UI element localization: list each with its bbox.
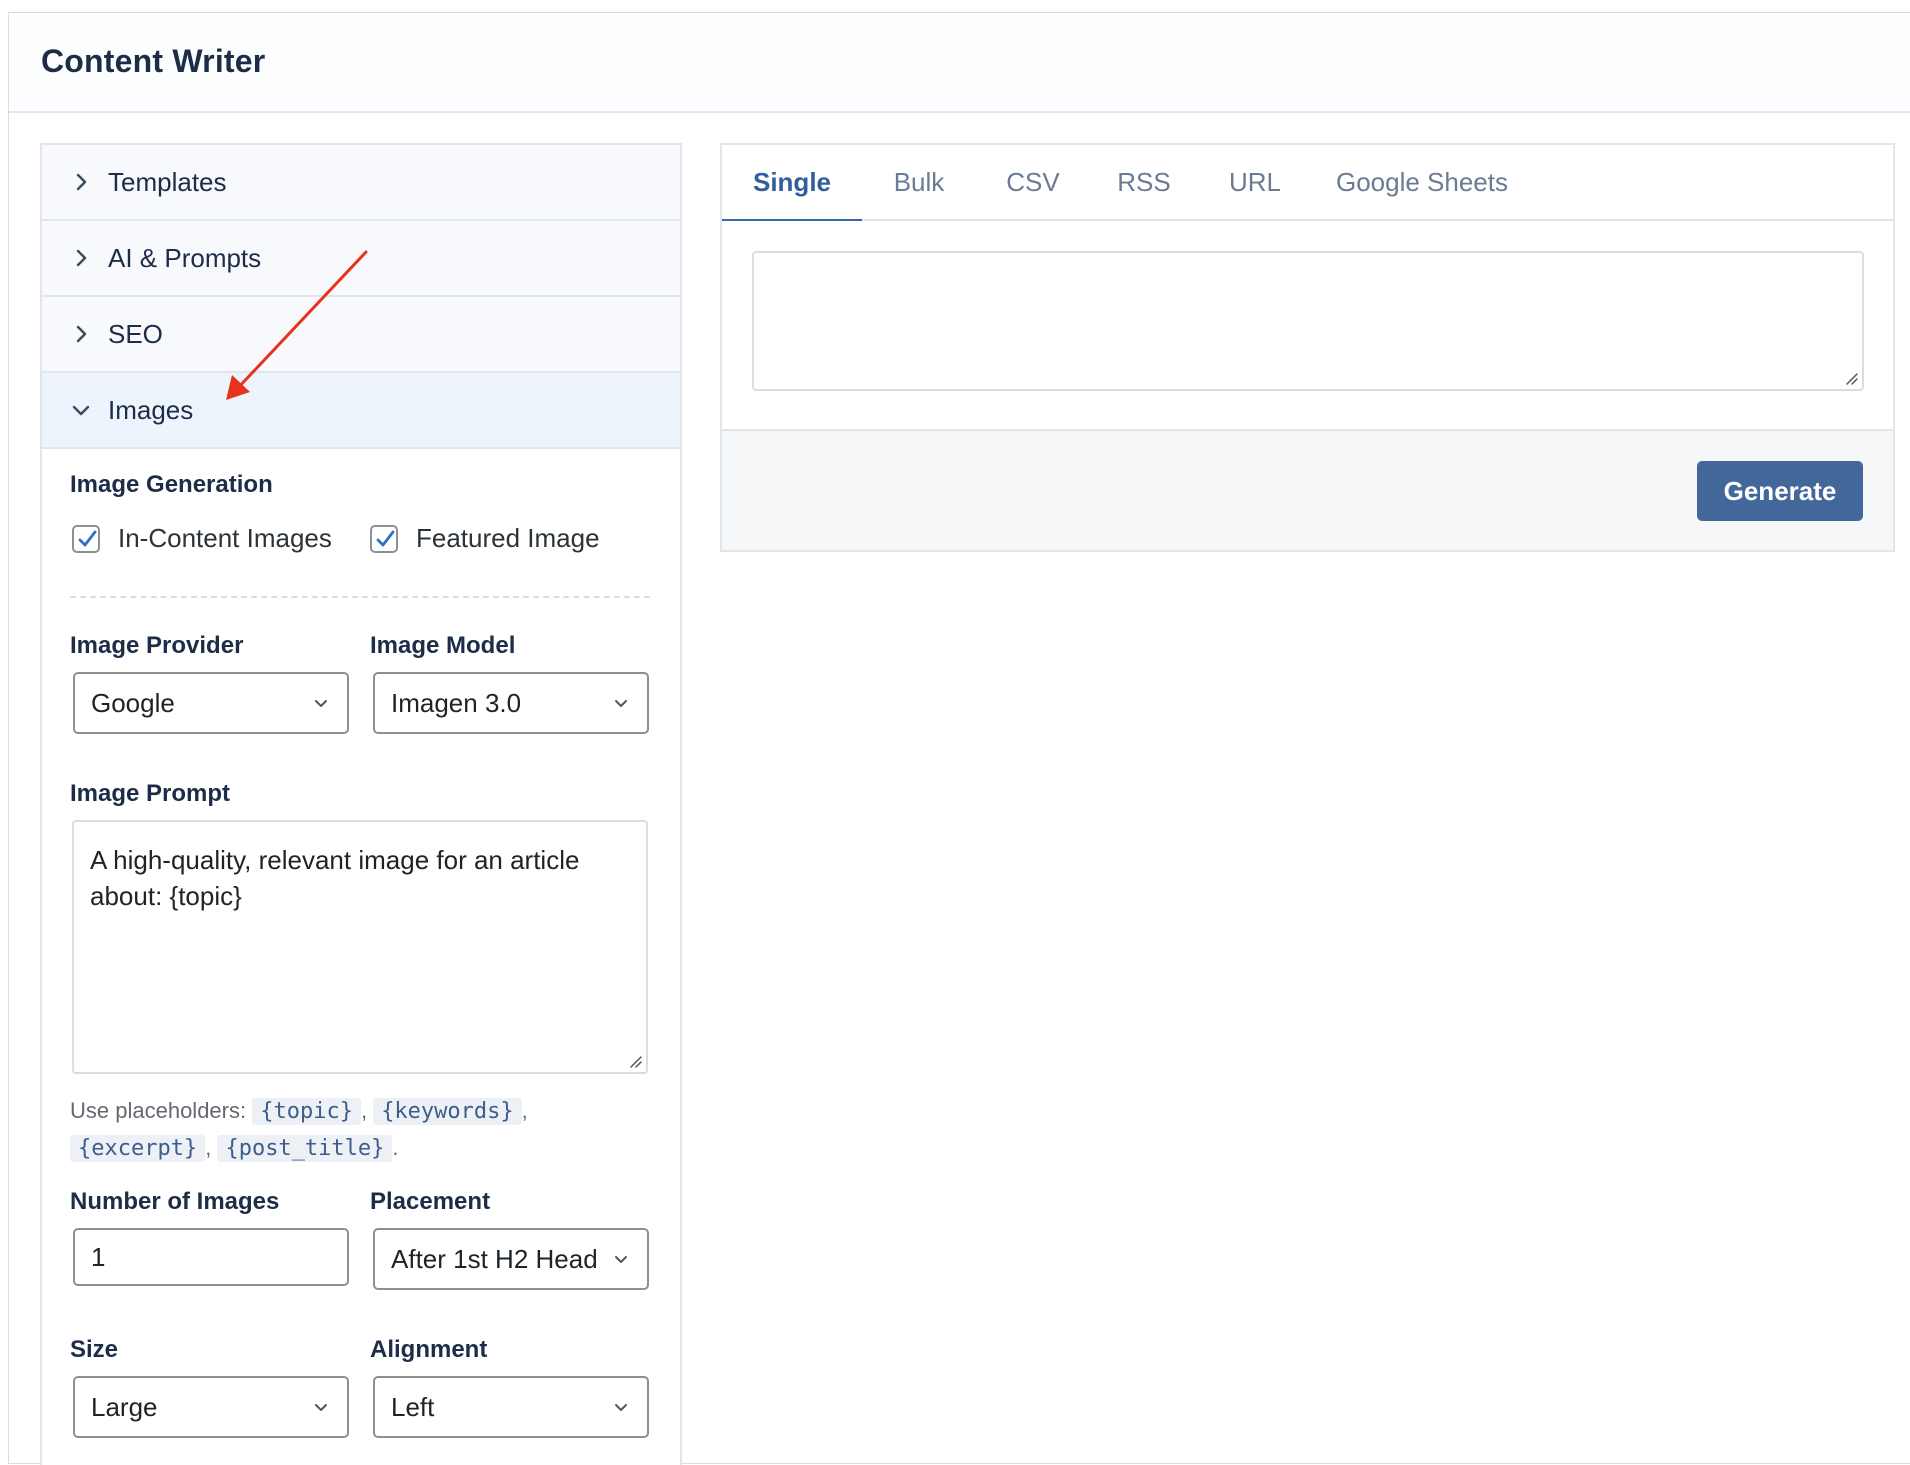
mode-tabs: Single Bulk CSV RSS URL Google Sheets: [722, 145, 1893, 221]
placeholder-help-text: Use placeholders: {topic}, {keywords}, {…: [70, 1098, 528, 1162]
placeholder-chip: {keywords}: [373, 1098, 522, 1125]
generator-panel: Single Bulk CSV RSS URL Google Sheets Ge…: [720, 143, 1895, 552]
topic-textarea[interactable]: [752, 251, 1864, 391]
chevron-right-icon: [70, 323, 92, 345]
image-prompt-textarea[interactable]: A high-quality, relevant image for an ar…: [72, 820, 648, 1074]
chevron-right-icon: [70, 171, 92, 193]
alignment-value: Left: [391, 1391, 435, 1422]
number-of-images-input[interactable]: 1: [73, 1228, 349, 1286]
generate-button[interactable]: Generate: [1697, 461, 1863, 521]
accordion-ai-prompts[interactable]: AI & Prompts: [42, 221, 680, 297]
in-content-images-label: In-Content Images: [118, 523, 332, 553]
chevron-down-icon: [315, 700, 327, 707]
accordion-label: AI & Prompts: [108, 242, 262, 273]
featured-image-option[interactable]: Featured Image: [370, 523, 600, 554]
placement-value: After 1st H2 Head: [391, 1243, 598, 1274]
active-tab-indicator: [722, 219, 862, 221]
chevron-down-icon: [70, 399, 92, 421]
in-content-images-checkbox[interactable]: [72, 524, 100, 553]
size-select[interactable]: Large: [73, 1376, 349, 1438]
image-prompt-value: A high-quality, relevant image for an ar…: [90, 845, 580, 911]
number-of-images-label: Number of Images: [70, 1188, 280, 1215]
accordion-images[interactable]: Images: [42, 373, 680, 449]
chevron-down-icon: [615, 1256, 627, 1263]
chevron-right-icon: [70, 247, 92, 269]
featured-image-label: Featured Image: [416, 523, 600, 553]
placement-label: Placement: [370, 1188, 491, 1215]
image-provider-value: Google: [91, 687, 175, 718]
tab-label: CSV: [1006, 166, 1060, 197]
size-value: Large: [91, 1391, 158, 1422]
size-label: Size: [70, 1336, 119, 1363]
tab-label: Google Sheets: [1335, 166, 1508, 197]
image-model-select[interactable]: Imagen 3.0: [373, 672, 649, 734]
resize-handle-icon[interactable]: [628, 1054, 642, 1068]
checkmark-icon: [78, 530, 97, 546]
checkmark-icon: [376, 530, 395, 546]
in-content-images-option[interactable]: In-Content Images: [72, 523, 332, 554]
tab-label: Single: [752, 166, 831, 197]
tab-bulk[interactable]: Bulk: [862, 145, 976, 219]
placeholder-chip: {post_title}: [217, 1135, 393, 1162]
app-header: Content Writer: [9, 13, 1910, 113]
tab-label: URL: [1228, 166, 1281, 197]
page-title: Content Writer: [41, 43, 266, 79]
chevron-down-icon: [615, 700, 627, 707]
image-provider-label: Image Provider: [70, 632, 244, 659]
tab-url[interactable]: URL: [1198, 145, 1312, 219]
tab-label: Bulk: [893, 166, 945, 197]
accordion-seo[interactable]: SEO: [42, 297, 680, 373]
accordion-templates[interactable]: Templates: [42, 145, 680, 221]
placement-select[interactable]: After 1st H2 Head: [373, 1228, 649, 1290]
image-model-label: Image Model: [370, 632, 516, 659]
help-prefix: Use placeholders:: [70, 1098, 247, 1123]
image-prompt-label: Image Prompt: [70, 780, 231, 807]
chevron-down-icon: [615, 1404, 627, 1411]
alignment-select[interactable]: Left: [373, 1376, 649, 1438]
tab-rss[interactable]: RSS: [1090, 145, 1198, 219]
image-model-value: Imagen 3.0: [391, 687, 522, 718]
section-divider: [70, 596, 650, 598]
placeholder-chip: {excerpt}: [70, 1135, 206, 1162]
tab-label: RSS: [1117, 166, 1171, 197]
accordion-label: Images: [108, 394, 194, 425]
accordion-label: Templates: [108, 166, 227, 197]
number-of-images-value: 1: [91, 1241, 106, 1272]
placeholder-chip: {topic}: [252, 1098, 361, 1125]
featured-image-checkbox[interactable]: [370, 524, 398, 553]
tab-single[interactable]: Single: [722, 145, 862, 221]
alignment-label: Alignment: [370, 1336, 488, 1363]
tab-google-sheets[interactable]: Google Sheets: [1312, 145, 1532, 219]
resize-handle-icon[interactable]: [1844, 371, 1858, 385]
panel-footer: Generate: [722, 429, 1893, 550]
tab-csv[interactable]: CSV: [976, 145, 1090, 219]
accordion-label: SEO: [108, 318, 163, 349]
image-provider-select[interactable]: Google: [73, 672, 349, 734]
image-generation-label: Image Generation: [70, 471, 273, 498]
chevron-down-icon: [315, 1404, 327, 1411]
